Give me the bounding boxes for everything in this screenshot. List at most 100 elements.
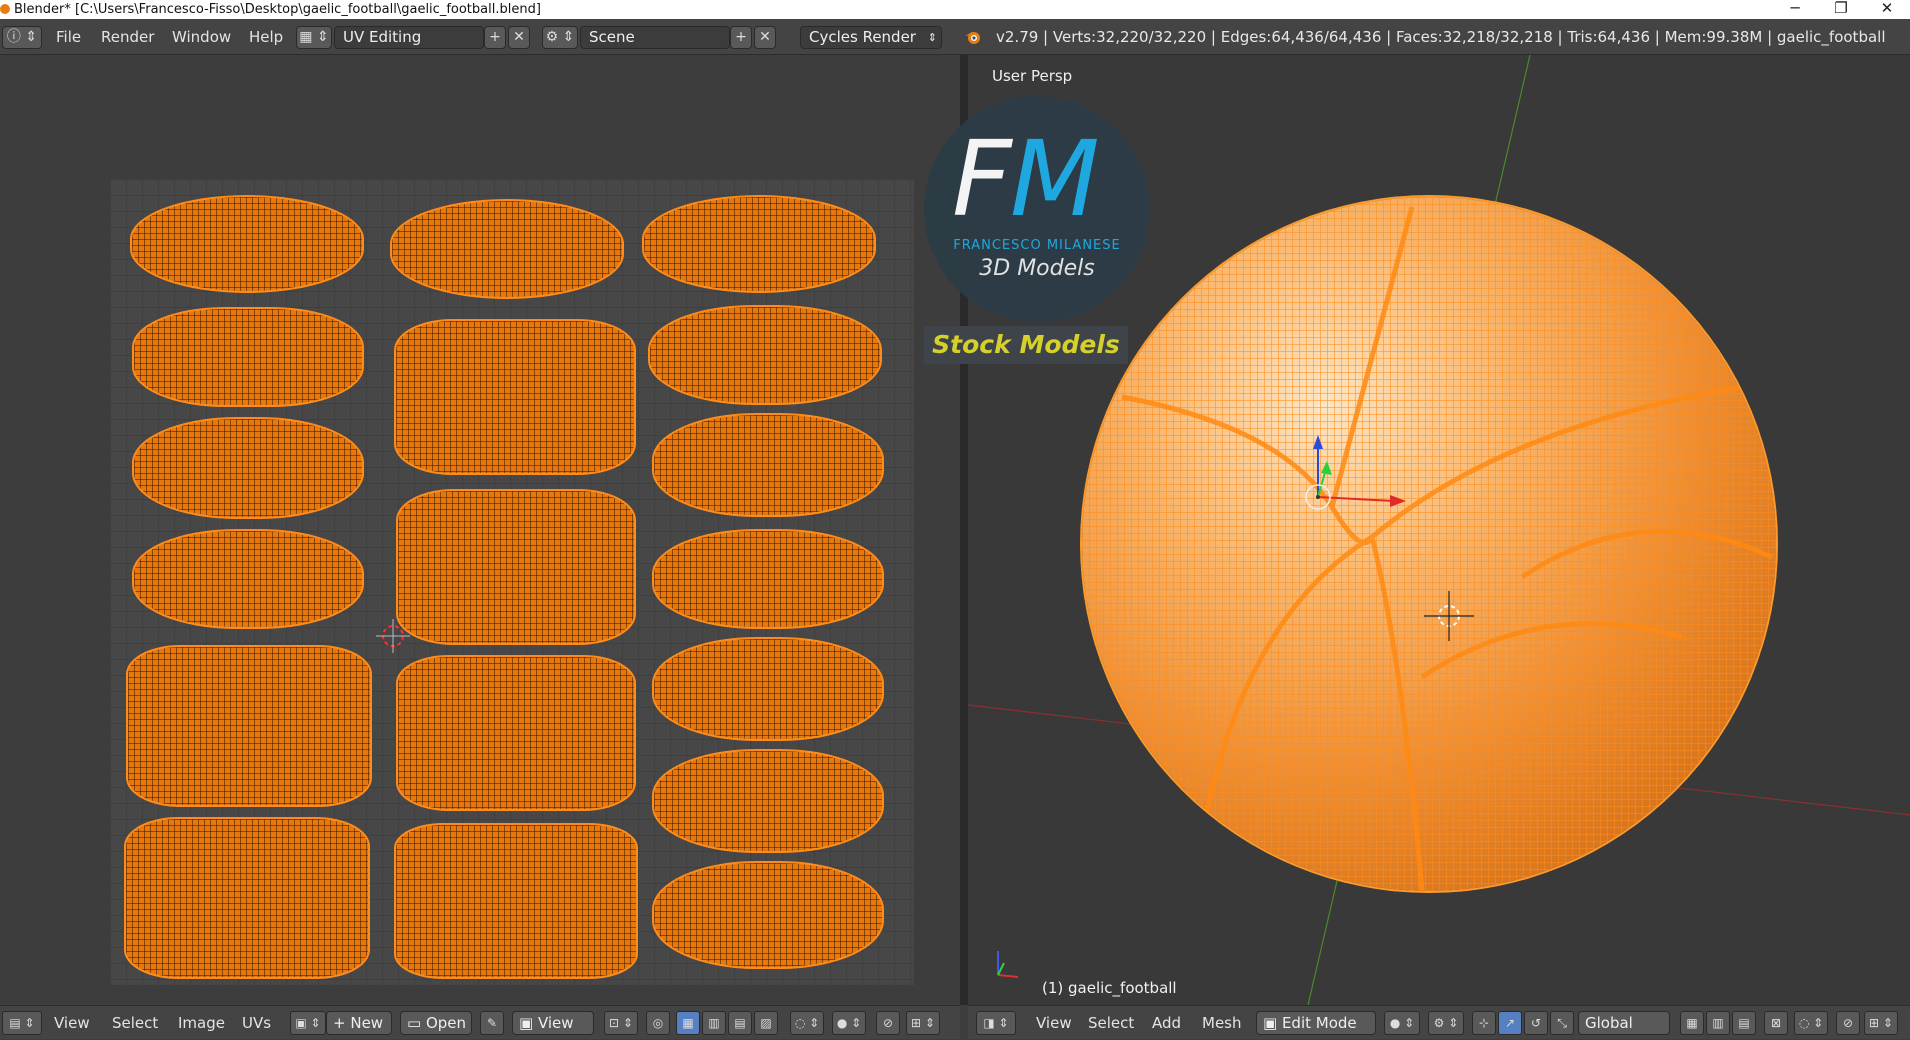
rotate-manipulator-icon[interactable]: ↺ [1524,1011,1548,1035]
blender-app-icon [0,4,10,14]
select-edge-icon[interactable]: ▥ [702,1011,726,1035]
uv-menu-view[interactable]: View [54,1006,90,1040]
manipulator-toggle-icon[interactable]: ⊹ [1472,1011,1496,1035]
orientation-label: Global [1585,1014,1633,1032]
mode-select[interactable]: ▣ Edit Mode [1256,1011,1376,1035]
view-mode-icon: ▣ [519,1014,538,1032]
minimize-button[interactable]: ─ [1772,0,1818,19]
plus-icon: + [333,1014,351,1032]
viewport-shading-icon[interactable]: ● ⇕ [1384,1011,1420,1035]
uv-island[interactable] [396,489,636,645]
view3d-menu-view[interactable]: View [1036,1006,1072,1040]
occlude-geometry-icon[interactable]: ⊠ [1764,1011,1788,1035]
snap-element-icon[interactable]: ⊞ ⇕ [906,1011,940,1035]
view3d-snap-element-icon[interactable]: ⊞ ⇕ [1864,1011,1898,1035]
scale-manipulator-icon[interactable]: ⤡ [1550,1011,1574,1035]
select-face-mode-icon[interactable]: ▤ [1732,1011,1756,1035]
layout-select[interactable]: UV Editing [334,26,484,49]
new-image-button[interactable]: + New [326,1011,392,1035]
uv-island[interactable] [394,319,636,475]
transform-orientation-select[interactable]: Global [1578,1011,1670,1035]
sticky-select-icon[interactable]: ◎ [646,1011,670,1035]
select-vertex-mode-icon[interactable]: ▦ [1680,1011,1704,1035]
translate-manipulator-icon[interactable]: ↗ [1498,1011,1522,1035]
remove-scene-icon[interactable]: ✕ [754,26,776,49]
uv-island[interactable] [130,195,364,293]
window-title-bar: Blender* [C:\Users\Francesco-Fisso\Deskt… [0,0,1910,19]
uv-view-mode-select[interactable]: ▣ View [512,1011,594,1035]
stock-models-badge: Stock Models [924,326,1128,364]
blender-logo-icon [965,32,980,44]
2d-cursor-icon[interactable] [376,619,410,653]
select-face-icon[interactable]: ▤ [728,1011,752,1035]
logo-letter-f: F [952,118,1012,240]
falloff-icon[interactable]: ● ⇕ [832,1011,866,1035]
select-island-icon[interactable]: ▨ [754,1011,778,1035]
uv-island[interactable] [132,417,364,519]
uv-island[interactable] [390,199,624,299]
viewport-perspective-label: User Persp [992,67,1073,85]
scene-select[interactable]: Scene [580,26,730,49]
view3d-editor-type-icon[interactable]: ◨ ⇕ [976,1011,1016,1035]
uv-island[interactable] [648,305,882,405]
view3d-menu-mesh[interactable]: Mesh [1202,1006,1242,1040]
view3d-menu-add[interactable]: Add [1152,1006,1181,1040]
3d-cursor-icon[interactable] [1424,591,1474,641]
proportional-editing-icon[interactable]: ◌ ⇕ [1794,1011,1828,1035]
uv-menu-select[interactable]: Select [112,1006,158,1040]
uv-island[interactable] [396,655,636,811]
menu-window[interactable]: Window [172,24,231,50]
mode-label: Edit Mode [1281,1014,1357,1032]
uv-menu-uvs[interactable]: UVs [242,1006,271,1040]
proportional-edit-icon[interactable]: ◌ ⇕ [790,1011,824,1035]
uv-island[interactable] [642,195,876,293]
pivot-icon[interactable]: ⊡ ⇕ [604,1011,638,1035]
view3d-snap-icon[interactable]: ⊘ [1836,1011,1860,1035]
uv-island[interactable] [652,637,884,741]
select-vertex-icon[interactable]: ▦ [676,1011,700,1035]
add-scene-icon[interactable]: + [730,26,752,49]
pin-icon[interactable]: ✎ [480,1011,504,1035]
uv-island[interactable] [132,529,364,629]
layout-grid-icon[interactable]: ▦ ⇕ [296,26,332,49]
uv-island[interactable] [652,529,884,629]
open-image-label: Open [425,1014,467,1032]
gaelic-football-mesh[interactable] [1082,197,1776,891]
editor-type-icon[interactable]: ▤ ⇕ [2,1011,42,1035]
ball-seams [1121,206,1774,891]
uv-island[interactable] [652,861,884,969]
uv-island[interactable] [132,307,364,407]
info-header: ⓘ ⇕ File Render Window Help ▦ ⇕ UV Editi… [0,19,1910,55]
remove-layout-icon[interactable]: ✕ [508,26,530,49]
render-engine-select[interactable]: Cycles Render ⇕ [800,26,942,49]
editor-type-info-icon[interactable]: ⓘ ⇕ [2,26,42,49]
uv-island[interactable] [124,817,370,979]
uv-image-editor[interactable] [0,55,960,1005]
restore-button[interactable]: ❐ [1818,0,1864,19]
pivot-point-icon[interactable]: ⚙ ⇕ [1428,1011,1464,1035]
3d-view-header: ◨ ⇕ View Select Add Mesh ▣ Edit Mode ● ⇕… [968,1005,1910,1039]
transform-manipulator-icon[interactable] [1304,431,1414,521]
uv-island[interactable] [394,823,638,979]
select-edge-mode-icon[interactable]: ▥ [1706,1011,1730,1035]
open-image-button[interactable]: ▭ Open [400,1011,472,1035]
menu-render[interactable]: Render [101,24,154,50]
snap-icon[interactable]: ⊘ [876,1011,900,1035]
view3d-menu-select[interactable]: Select [1088,1006,1134,1040]
logo-author-name: FRANCESCO MILANESE [953,238,1121,253]
menu-file[interactable]: File [56,24,81,50]
axes-orientation-icon [997,951,1019,978]
close-button[interactable]: ✕ [1864,0,1910,19]
add-layout-icon[interactable]: + [484,26,506,49]
uv-menu-image[interactable]: Image [178,1006,225,1040]
folder-icon: ▭ [407,1014,426,1032]
uv-island[interactable] [652,413,884,517]
menu-help[interactable]: Help [249,24,283,50]
uv-island[interactable] [652,749,884,853]
logo-subtitle: 3D Models [979,256,1095,281]
scene-icon[interactable]: ⚙ ⇕ [542,26,578,49]
chevron-updown-icon: ⇕ [927,31,937,44]
view-mode-label: View [537,1014,574,1032]
uv-island[interactable] [126,645,372,807]
image-browse-icon[interactable]: ▣ ⇕ [290,1011,326,1035]
